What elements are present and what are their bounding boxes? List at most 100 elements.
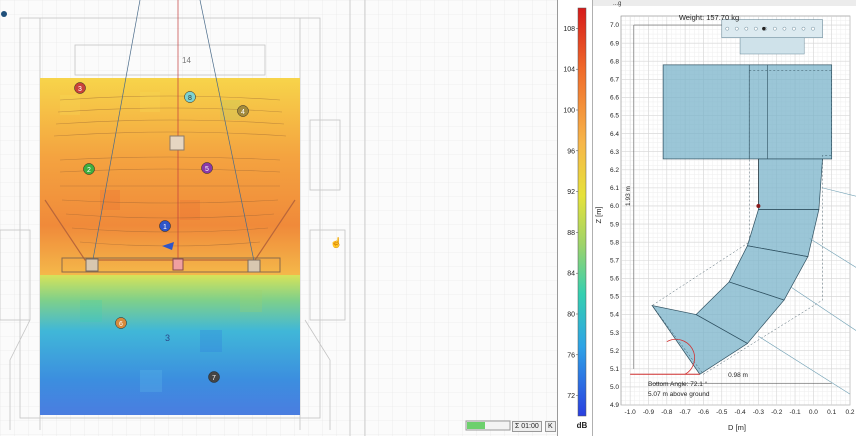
scale-tick-7: 80 bbox=[567, 312, 575, 319]
y-tick-2: 5.1 bbox=[610, 366, 619, 373]
array-box-0 bbox=[758, 158, 823, 210]
array-profile-view[interactable]: ...g -1.0 -0.9 -0.8 -0.7 -0.6 -0.5 -0.4 -0.3 -0.… bbox=[593, 0, 856, 436]
x-axis-label: D [m] bbox=[728, 423, 746, 432]
svg-text:6: 6 bbox=[119, 321, 123, 328]
seat-marker-1[interactable]: 1 bbox=[159, 220, 171, 232]
y-tick-labels: 4.9 5.0 5.1 5.2 5.3 5.4 5.5 5.6 5.7 5.8 5.9 6.0 6.1 6… bbox=[610, 22, 619, 409]
plan-number: 14 bbox=[182, 56, 191, 65]
rig-hole-2 bbox=[744, 26, 749, 31]
x-tick-3: -0.7 bbox=[680, 409, 692, 416]
sub-enclosure bbox=[662, 64, 833, 160]
scale-tick-3: 96 bbox=[567, 148, 575, 155]
above-ground: 5.07 m above ground bbox=[648, 391, 710, 398]
scale-ticks: 108 104 100 96 92 88 84 80 76 72 bbox=[563, 26, 578, 400]
svg-text:7: 7 bbox=[212, 375, 216, 382]
y-tick-20: 6.9 bbox=[610, 40, 619, 47]
bottom-angle: Bottom Angle: 72.1 ° bbox=[648, 380, 708, 388]
y-tick-1: 5.0 bbox=[610, 384, 619, 391]
seat-marker-2[interactable]: 2 bbox=[83, 163, 95, 175]
x-tick-10: 0.0 bbox=[809, 409, 818, 416]
delay-speaker[interactable] bbox=[169, 135, 185, 151]
scale-tick-5: 88 bbox=[567, 230, 575, 237]
scale-tick-9: 72 bbox=[567, 393, 575, 400]
plan-svg[interactable]: 14 3 1 2 3 4 5 6 7 8 ☝ bbox=[0, 0, 557, 436]
x-tick-7: -0.3 bbox=[753, 409, 765, 416]
pickup-point bbox=[762, 26, 766, 31]
y-tick-7: 5.6 bbox=[610, 276, 619, 283]
y-tick-21: 7.0 bbox=[610, 22, 619, 29]
seat-marker-3[interactable]: 3 bbox=[74, 82, 86, 94]
status-k: K bbox=[545, 421, 556, 432]
svg-text:1: 1 bbox=[163, 224, 167, 231]
seat-marker-6[interactable]: 6 bbox=[115, 317, 127, 329]
rig-geometry bbox=[630, 19, 856, 395]
y-tick-15: 6.4 bbox=[610, 131, 619, 138]
rig-hole-8 bbox=[801, 26, 806, 31]
svg-text:5: 5 bbox=[205, 166, 209, 173]
x-tick-5: -0.5 bbox=[716, 409, 728, 416]
scale-tick-1: 104 bbox=[563, 67, 575, 74]
scale-tick-6: 84 bbox=[567, 271, 575, 278]
pin-icon bbox=[1, 11, 7, 17]
x-tick-9: -0.1 bbox=[789, 409, 801, 416]
scale-bar bbox=[577, 7, 587, 417]
y-tick-9: 5.8 bbox=[610, 239, 619, 246]
rig-hole-6 bbox=[782, 26, 787, 31]
y-tick-0: 4.9 bbox=[610, 402, 619, 409]
spl-color-scale: 108 104 100 96 92 88 84 80 76 72 dB bbox=[558, 0, 593, 436]
hand-cursor-icon: ☝ bbox=[330, 236, 342, 249]
seat-marker-5[interactable]: 5 bbox=[201, 162, 213, 174]
x-tick-1: -0.9 bbox=[643, 409, 655, 416]
speaker-left[interactable] bbox=[85, 258, 99, 272]
x-tick-labels: -1.0 -0.9 -0.8 -0.7 -0.6 -0.5 -0.4 -0.3 -0.2 -0.1… bbox=[625, 409, 855, 416]
depth-dimension: 0.98 m bbox=[728, 372, 748, 379]
svg-text:2: 2 bbox=[87, 167, 91, 174]
scale-svg: 108 104 100 96 92 88 84 80 76 72 dB bbox=[563, 7, 588, 430]
x-tick-12: 0.2 bbox=[845, 409, 854, 416]
rig-bracket bbox=[739, 37, 805, 55]
y-tick-6: 5.5 bbox=[610, 294, 619, 301]
y-tick-11: 6.0 bbox=[610, 203, 619, 210]
x-tick-0: -1.0 bbox=[625, 409, 637, 416]
y-tick-17: 6.6 bbox=[610, 95, 619, 102]
seat-marker-7[interactable]: 7 bbox=[208, 371, 220, 383]
scale-unit: dB bbox=[577, 421, 588, 430]
rig-hole-1 bbox=[734, 26, 739, 31]
plan-view[interactable]: 14 3 1 2 3 4 5 6 7 8 ☝ Σ 01:00 K bbox=[0, 0, 558, 436]
y-tick-4: 5.3 bbox=[610, 330, 619, 337]
y-tick-3: 5.2 bbox=[610, 348, 619, 355]
app-window: 14 3 1 2 3 4 5 6 7 8 ☝ Σ 01:00 K 108 104… bbox=[0, 0, 856, 436]
x-tick-11: 0.1 bbox=[827, 409, 836, 416]
rig-hole-0 bbox=[725, 26, 730, 31]
svg-text:4: 4 bbox=[241, 109, 245, 116]
area-label: 3 bbox=[165, 333, 170, 343]
y-tick-19: 6.8 bbox=[610, 58, 619, 65]
speaker-center[interactable] bbox=[172, 258, 184, 271]
profile-tab[interactable]: ...g bbox=[613, 1, 621, 7]
svg-text:3: 3 bbox=[78, 86, 82, 93]
svg-text:8: 8 bbox=[188, 95, 192, 102]
seat-marker-4[interactable]: 4 bbox=[237, 105, 249, 117]
rig-hole-3 bbox=[753, 26, 758, 31]
speaker-right[interactable] bbox=[247, 259, 261, 273]
profile-chart[interactable]: ...g -1.0 -0.9 -0.8 -0.7 -0.6 -0.5 -0.4 -0.3 -0.… bbox=[593, 0, 856, 436]
cog-point bbox=[756, 203, 761, 208]
y-axis-label: Z [m] bbox=[594, 206, 603, 223]
x-tick-8: -0.2 bbox=[771, 409, 783, 416]
scale-tick-8: 76 bbox=[567, 352, 575, 359]
seat-marker-8[interactable]: 8 bbox=[184, 91, 196, 103]
y-tick-16: 6.5 bbox=[610, 113, 619, 120]
y-tick-12: 6.1 bbox=[610, 185, 619, 192]
y-tick-8: 5.7 bbox=[610, 257, 619, 264]
scale-tick-2: 100 bbox=[563, 108, 575, 115]
height-dimension: 1.93 m bbox=[625, 186, 632, 206]
scale-tick-4: 92 bbox=[567, 189, 575, 196]
x-tick-4: -0.6 bbox=[698, 409, 710, 416]
profile-tabbar bbox=[593, 0, 856, 6]
y-tick-10: 5.9 bbox=[610, 221, 619, 228]
rig-hole-5 bbox=[773, 26, 777, 31]
x-tick-6: -0.4 bbox=[734, 409, 746, 416]
y-tick-18: 6.7 bbox=[610, 77, 619, 84]
rig-hole-9 bbox=[811, 26, 815, 31]
y-tick-14: 6.3 bbox=[610, 149, 619, 156]
